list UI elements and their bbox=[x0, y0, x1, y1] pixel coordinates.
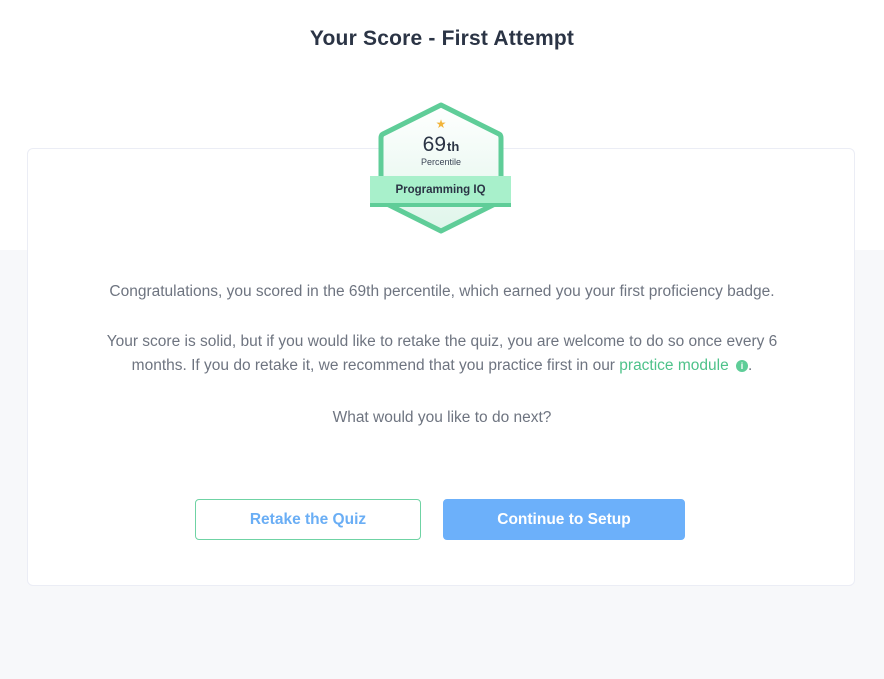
practice-module-link-label[interactable]: practice module bbox=[619, 357, 728, 374]
page-title: Your Score - First Attempt bbox=[309, 27, 575, 50]
badge-score-suffix: th bbox=[447, 139, 460, 154]
badge-score-number: 69 bbox=[422, 133, 447, 156]
badge-score-caption: Percentile bbox=[420, 157, 462, 167]
badge-score: 69th bbox=[368, 133, 514, 159]
retake-quiz-button[interactable]: Retake the Quiz bbox=[195, 499, 421, 540]
star-icon: ★ bbox=[435, 117, 447, 131]
practice-module-link[interactable]: practice module i bbox=[619, 357, 749, 374]
badge-ribbon-label: Programming IQ bbox=[370, 176, 511, 207]
next-step-question: What would you like to do next? bbox=[332, 409, 552, 426]
continue-to-setup-button[interactable]: Continue to Setup bbox=[443, 499, 685, 540]
retake-info-end: . bbox=[748, 357, 753, 374]
proficiency-badge: ★ 69th Percentile Programming IQ bbox=[368, 101, 514, 235]
score-page: Your Score - First Attempt ★ 69th Percen… bbox=[0, 0, 884, 679]
retake-info-message: Your score is solid, but if you would li… bbox=[80, 330, 804, 378]
congratulations-message: Congratulations, you scored in the 69th … bbox=[109, 283, 775, 300]
info-icon[interactable]: i bbox=[736, 360, 749, 372]
